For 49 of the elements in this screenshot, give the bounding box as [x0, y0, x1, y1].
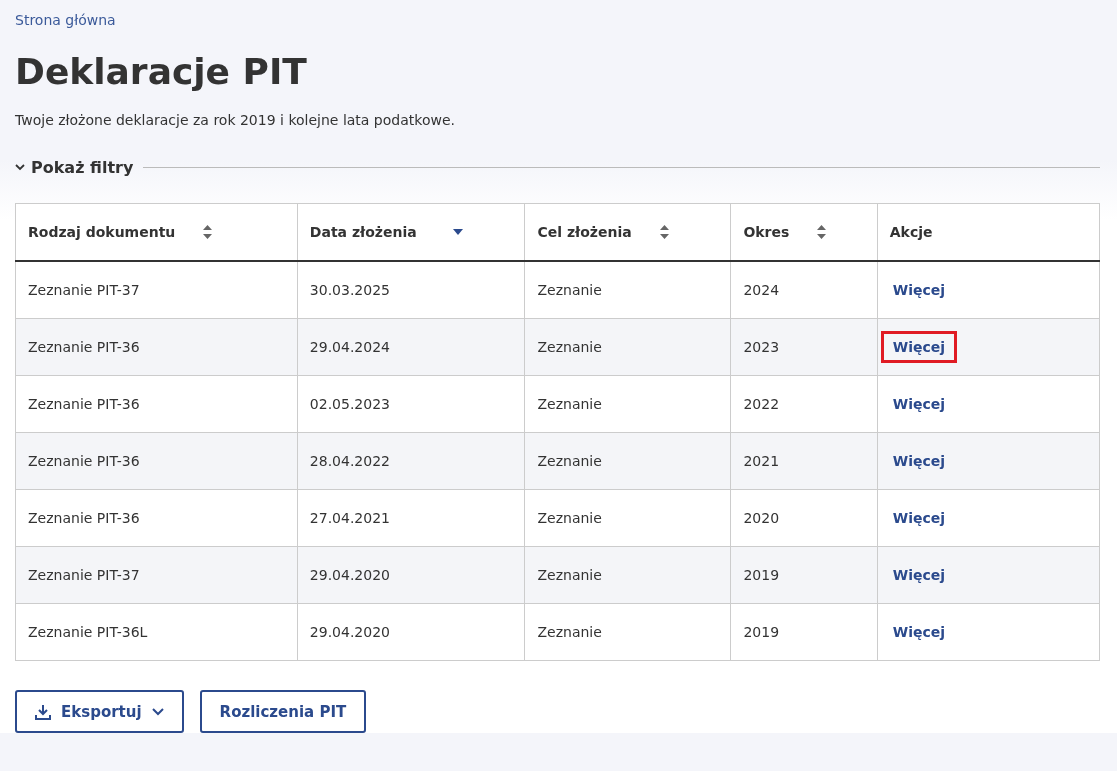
table-cell: 02.05.2023 [297, 375, 525, 433]
table-cell: 2021 [730, 432, 878, 490]
table-cell: 2024 [730, 261, 878, 319]
more-link[interactable]: Więcej [880, 331, 958, 363]
table-cell: Zeznanie [524, 261, 731, 319]
export-button[interactable]: Eksportuj [15, 690, 184, 733]
table-cell: 28.04.2022 [297, 432, 525, 490]
table-cell: 2019 [730, 546, 878, 604]
table-cell: Zeznanie PIT-37 [15, 546, 298, 604]
table-cell: 2019 [730, 603, 878, 661]
table-cell: Zeznanie PIT-37 [15, 261, 298, 319]
table-cell: 2020 [730, 489, 878, 547]
breadcrumb-link[interactable]: Strona główna [15, 12, 116, 28]
table-cell: Zeznanie [524, 375, 731, 433]
download-icon [35, 703, 51, 720]
table-cell: 29.04.2020 [297, 603, 525, 661]
more-link[interactable]: Więcej [880, 616, 958, 648]
table-cell: Zeznanie PIT-36 [15, 489, 298, 547]
more-link[interactable]: Więcej [880, 502, 958, 534]
table-cell: 29.04.2020 [297, 546, 525, 604]
table-cell: Zeznanie [524, 432, 731, 490]
chevron-down-icon [15, 164, 25, 171]
settlements-button[interactable]: Rozliczenia PIT [199, 690, 367, 733]
table-cell: 2022 [730, 375, 878, 433]
table-cell: Zeznanie [524, 489, 731, 547]
table-cell: 2023 [730, 318, 878, 376]
column-header[interactable]: Data złożenia [309, 224, 463, 240]
column-header[interactable]: Okres [743, 224, 827, 240]
page-description: Twoje złożone deklaracje za rok 2019 i kolejne lata podatkowe. [15, 112, 456, 128]
table-cell: 27.04.2021 [297, 489, 525, 547]
table-cell: Zeznanie [524, 603, 731, 661]
column-header: Akcje [889, 224, 933, 240]
table-cell: 29.04.2024 [297, 318, 525, 376]
table-cell: Zeznanie PIT-36 [15, 375, 298, 433]
filters-toggle[interactable]: Pokaż filtry [15, 158, 134, 177]
column-header[interactable]: Rodzaj dokumentu [28, 224, 213, 240]
column-header[interactable]: Cel złożenia [537, 224, 669, 240]
more-link[interactable]: Więcej [880, 445, 958, 477]
table-cell: Zeznanie PIT-36 [15, 318, 298, 376]
table-cell: Zeznanie [524, 318, 731, 376]
chevron-down-icon [151, 707, 164, 716]
table-cell: Zeznanie PIT-36 [15, 432, 298, 490]
page-title: Deklaracje PIT [15, 51, 308, 92]
table-cell: Zeznanie [524, 546, 731, 604]
more-link[interactable]: Więcej [880, 559, 958, 591]
more-link[interactable]: Więcej [880, 388, 958, 420]
table-cell: Zeznanie PIT-36L [15, 603, 298, 661]
table-cell: 30.03.2025 [297, 261, 525, 319]
more-link[interactable]: Więcej [880, 274, 958, 306]
